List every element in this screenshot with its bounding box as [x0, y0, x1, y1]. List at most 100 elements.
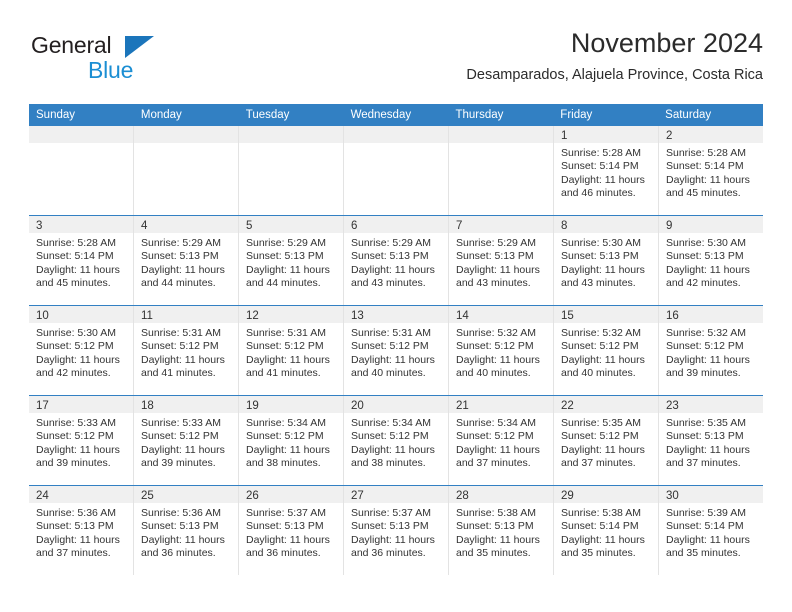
daylight-text: Daylight: 11 hours and 37 minutes. — [666, 443, 750, 470]
calendar-day-cell[interactable]: 14 Sunrise: 5:32 AM Sunset: 5:12 PM Dayligh… — [449, 306, 554, 395]
day-details: Sunrise: 5:36 AM Sunset: 5:13 PM Daylight:… — [134, 503, 238, 561]
sunset-text: Sunset: 5:13 PM — [246, 520, 324, 533]
day-number-band: 28 — [449, 486, 553, 503]
calendar-day-cell[interactable]: 9 Sunrise: 5:30 AM Sunset: 5:13 PM Daylight… — [659, 216, 763, 305]
daylight-text: Daylight: 11 hours and 38 minutes. — [351, 443, 435, 470]
calendar-day-cell[interactable]: 12 Sunrise: 5:31 AM Sunset: 5:12 PM Dayligh… — [239, 306, 344, 395]
day-details: Sunrise: 5:32 AM Sunset: 5:12 PM Daylight:… — [449, 323, 553, 381]
sunset-text: Sunset: 5:12 PM — [246, 430, 324, 443]
day-details: Sunrise: 5:39 AM Sunset: 5:14 PM Daylight:… — [659, 503, 763, 561]
calendar-day-cell[interactable]: 4 Sunrise: 5:29 AM Sunset: 5:13 PM Daylight… — [134, 216, 239, 305]
sunset-text: Sunset: 5:13 PM — [141, 250, 219, 263]
sunrise-text: Sunrise: 5:29 AM — [456, 237, 536, 249]
sunset-text: Sunset: 5:13 PM — [666, 250, 744, 263]
sunrise-text: Sunrise: 5:39 AM — [666, 507, 746, 519]
calendar-day-cell[interactable]: 22 Sunrise: 5:35 AM Sunset: 5:12 PM Dayligh… — [554, 396, 659, 485]
weekday-friday: Friday — [560, 109, 593, 121]
weekday-thursday: Thursday — [455, 109, 504, 121]
day-details: Sunrise: 5:29 AM Sunset: 5:13 PM Daylight:… — [449, 233, 553, 291]
day-details: Sunrise: 5:36 AM Sunset: 5:13 PM Daylight:… — [29, 503, 133, 561]
triangle-icon — [125, 36, 154, 58]
day-number: 9 — [666, 220, 673, 232]
day-number: 18 — [141, 400, 154, 412]
calendar-day-cell[interactable]: 8 Sunrise: 5:30 AM Sunset: 5:13 PM Daylight… — [554, 216, 659, 305]
calendar-day-cell-empty — [344, 126, 449, 215]
day-details: Sunrise: 5:38 AM Sunset: 5:13 PM Daylight:… — [449, 503, 553, 561]
calendar-day-cell[interactable]: 2 Sunrise: 5:28 AM Sunset: 5:14 PM Daylight… — [659, 126, 763, 215]
calendar-day-cell[interactable]: 19 Sunrise: 5:34 AM Sunset: 5:12 PM Dayligh… — [239, 396, 344, 485]
day-number: 11 — [141, 310, 153, 322]
day-number: 6 — [351, 220, 358, 232]
sunrise-text: Sunrise: 5:34 AM — [246, 417, 326, 429]
day-details: Sunrise: 5:35 AM Sunset: 5:13 PM Daylight:… — [659, 413, 763, 471]
calendar-day-cell[interactable]: 27 Sunrise: 5:37 AM Sunset: 5:13 PM Dayligh… — [344, 486, 449, 575]
sunrise-text: Sunrise: 5:36 AM — [141, 507, 221, 519]
sunset-text: Sunset: 5:12 PM — [141, 430, 219, 443]
sunrise-text: Sunrise: 5:31 AM — [141, 327, 221, 339]
sunrise-text: Sunrise: 5:32 AM — [666, 327, 746, 339]
sunset-text: Sunset: 5:13 PM — [141, 520, 219, 533]
calendar-day-cell[interactable]: 15 Sunrise: 5:32 AM Sunset: 5:12 PM Dayligh… — [554, 306, 659, 395]
calendar-grid: Sunday Monday Tuesday Wednesday Thursday… — [29, 104, 763, 575]
day-number-band: 9 — [659, 216, 763, 233]
calendar-day-cell[interactable]: 5 Sunrise: 5:29 AM Sunset: 5:13 PM Daylight… — [239, 216, 344, 305]
calendar-day-cell[interactable]: 17 Sunrise: 5:33 AM Sunset: 5:12 PM Dayligh… — [29, 396, 134, 485]
day-number-band: 19 — [239, 396, 343, 413]
daylight-text: Daylight: 11 hours and 42 minutes. — [36, 353, 120, 380]
day-details: Sunrise: 5:38 AM Sunset: 5:14 PM Daylight:… — [554, 503, 658, 561]
sunrise-text: Sunrise: 5:28 AM — [36, 237, 116, 249]
calendar-day-cell[interactable]: 3 Sunrise: 5:28 AM Sunset: 5:14 PM Daylight… — [29, 216, 134, 305]
page-title: November 2024 — [570, 28, 763, 58]
sunset-text: Sunset: 5:12 PM — [141, 340, 219, 353]
calendar-day-cell[interactable]: 1 Sunrise: 5:28 AM Sunset: 5:14 PM Daylight… — [554, 126, 659, 215]
sunrise-text: Sunrise: 5:34 AM — [456, 417, 536, 429]
sunrise-text: Sunrise: 5:35 AM — [666, 417, 746, 429]
calendar-day-cell[interactable]: 30 Sunrise: 5:39 AM Sunset: 5:14 PM Dayligh… — [659, 486, 763, 575]
calendar-day-cell[interactable]: 13 Sunrise: 5:31 AM Sunset: 5:12 PM Dayligh… — [344, 306, 449, 395]
daylight-text: Daylight: 11 hours and 35 minutes. — [561, 533, 645, 560]
day-number: 30 — [666, 490, 679, 502]
sunset-text: Sunset: 5:13 PM — [561, 250, 639, 263]
calendar-day-cell[interactable]: 11 Sunrise: 5:31 AM Sunset: 5:12 PM Dayligh… — [134, 306, 239, 395]
calendar-day-cell[interactable]: 24 Sunrise: 5:36 AM Sunset: 5:13 PM Dayligh… — [29, 486, 134, 575]
day-number: 27 — [351, 490, 364, 502]
calendar-day-cell[interactable]: 7 Sunrise: 5:29 AM Sunset: 5:13 PM Daylight… — [449, 216, 554, 305]
day-number-band: 4 — [134, 216, 238, 233]
calendar-day-cell[interactable]: 18 Sunrise: 5:33 AM Sunset: 5:12 PM Dayligh… — [134, 396, 239, 485]
calendar-day-cell[interactable]: 16 Sunrise: 5:32 AM Sunset: 5:12 PM Dayligh… — [659, 306, 763, 395]
day-number-band: 3 — [29, 216, 133, 233]
day-number-band — [449, 126, 553, 143]
calendar-day-cell[interactable]: 23 Sunrise: 5:35 AM Sunset: 5:13 PM Dayligh… — [659, 396, 763, 485]
daylight-text: Daylight: 11 hours and 35 minutes. — [456, 533, 540, 560]
page-subtitle: Desamparados, Alajuela Province, Costa R… — [466, 67, 763, 83]
day-details: Sunrise: 5:33 AM Sunset: 5:12 PM Daylight:… — [134, 413, 238, 471]
sunrise-text: Sunrise: 5:28 AM — [666, 147, 746, 159]
day-number: 19 — [246, 400, 259, 412]
calendar-day-cell[interactable]: 26 Sunrise: 5:37 AM Sunset: 5:13 PM Dayligh… — [239, 486, 344, 575]
calendar-day-cell[interactable]: 25 Sunrise: 5:36 AM Sunset: 5:13 PM Dayligh… — [134, 486, 239, 575]
day-number-band: 6 — [344, 216, 448, 233]
day-details: Sunrise: 5:28 AM Sunset: 5:14 PM Daylight:… — [554, 143, 658, 201]
calendar-day-cell[interactable]: 21 Sunrise: 5:34 AM Sunset: 5:12 PM Dayligh… — [449, 396, 554, 485]
calendar-day-cell[interactable]: 29 Sunrise: 5:38 AM Sunset: 5:14 PM Dayligh… — [554, 486, 659, 575]
brand-logo[interactable]: General Blue — [29, 26, 209, 88]
daylight-text: Daylight: 11 hours and 40 minutes. — [561, 353, 645, 380]
sunset-text: Sunset: 5:13 PM — [351, 250, 429, 263]
calendar-day-cell[interactable]: 28 Sunrise: 5:38 AM Sunset: 5:13 PM Dayligh… — [449, 486, 554, 575]
weekday-monday: Monday — [140, 109, 182, 121]
weekday-saturday: Saturday — [665, 109, 712, 121]
day-details: Sunrise: 5:32 AM Sunset: 5:12 PM Daylight:… — [554, 323, 658, 381]
daylight-text: Daylight: 11 hours and 45 minutes. — [666, 173, 750, 200]
sunset-text: Sunset: 5:12 PM — [456, 430, 534, 443]
daylight-text: Daylight: 11 hours and 44 minutes. — [246, 263, 330, 290]
sunset-text: Sunset: 5:12 PM — [351, 430, 429, 443]
day-number-band: 13 — [344, 306, 448, 323]
day-details: Sunrise: 5:34 AM Sunset: 5:12 PM Daylight:… — [344, 413, 448, 471]
day-number-band — [344, 126, 448, 143]
calendar-day-cell[interactable]: 20 Sunrise: 5:34 AM Sunset: 5:12 PM Dayligh… — [344, 396, 449, 485]
brand-name-blue: Blue — [88, 57, 134, 83]
calendar-day-cell[interactable]: 10 Sunrise: 5:30 AM Sunset: 5:12 PM Dayligh… — [29, 306, 134, 395]
sunset-text: Sunset: 5:12 PM — [456, 340, 534, 353]
day-number: 12 — [246, 310, 259, 322]
calendar-day-cell[interactable]: 6 Sunrise: 5:29 AM Sunset: 5:13 PM Daylight… — [344, 216, 449, 305]
